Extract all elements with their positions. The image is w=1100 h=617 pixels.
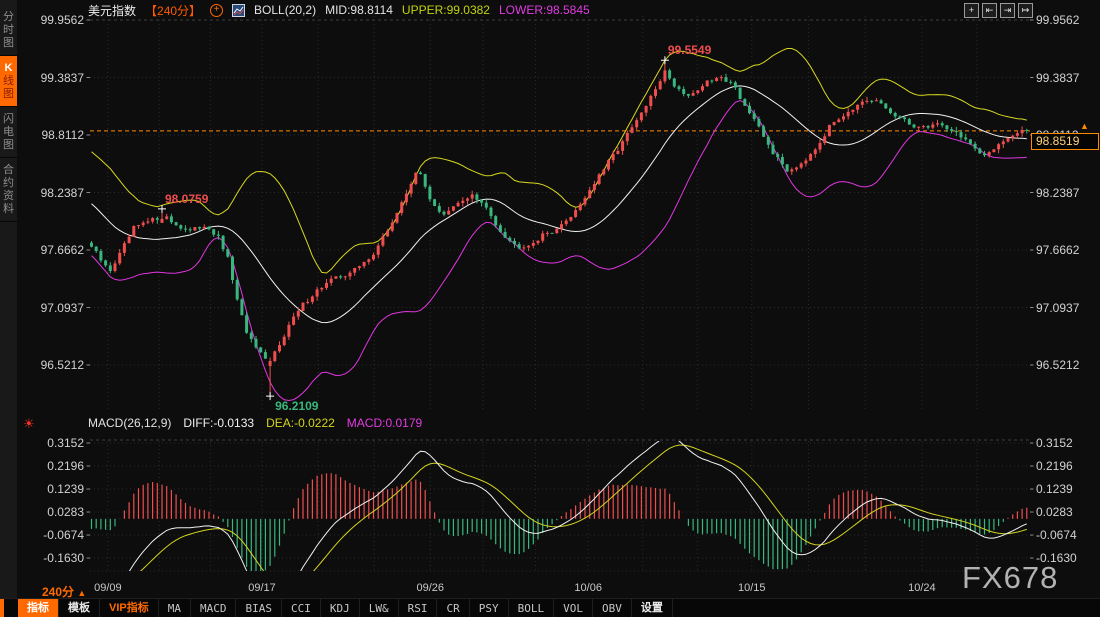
left-price-axis: 99.9562 99.3837 98.8112 98.2387 97.6662 97.09… [18, 0, 86, 598]
y-axis-label: -0.1630 [43, 551, 84, 565]
scroll-left-icon[interactable]: ⇤ [982, 3, 997, 18]
toolbar-items: 指标模板VIP指标MAMACDBIASCCIKDJLW&RSICRPSYBOLL… [18, 599, 673, 617]
y-axis-label: -0.0674 [1036, 528, 1077, 542]
trading-chart-app: 分时图K线图闪电图合约资料 美元指数 【240分】 + BOLL(20,2) M… [0, 0, 1100, 617]
crosshair-pan-icon[interactable]: + [964, 3, 979, 18]
chart-type-sidebar: 分时图K线图闪电图合约资料 [0, 0, 17, 598]
y-axis-label: 0.2196 [47, 459, 84, 473]
expand-circle-icon[interactable]: + [210, 4, 223, 17]
interval-label: 【240分】 [145, 2, 201, 19]
y-axis-label: 97.0937 [41, 301, 84, 315]
sidebar-tab-4[interactable]: 合约资料 [0, 158, 17, 222]
toolbar-item-CCI[interactable]: CCI [282, 599, 321, 617]
toolbar-item-MA[interactable]: MA [159, 599, 191, 617]
y-axis-label: 97.0937 [1036, 301, 1079, 315]
y-axis-label: 98.2387 [41, 186, 84, 200]
scroll-right-icon[interactable]: ⇥ [1000, 3, 1015, 18]
boll-lower-value: LOWER:98.5845 [499, 3, 590, 17]
x-axis-date: 10/06 [574, 582, 602, 594]
y-axis-label: 0.3152 [47, 436, 84, 450]
jump-latest-icon[interactable]: ↦ [1018, 3, 1033, 18]
current-price-tag: 98.8519 [1031, 133, 1099, 150]
toolbar-accent-strip [0, 599, 4, 617]
chart-window-controls: +⇤⇥↦ [964, 3, 1033, 18]
macd-dea-value: DEA:-0.0222 [266, 416, 335, 430]
y-axis-label: 99.9562 [1036, 13, 1079, 27]
y-axis-label: 97.6662 [1036, 243, 1079, 257]
chart-header: 美元指数 【240分】 + BOLL(20,2) MID:98.8114 UPP… [88, 2, 590, 18]
y-axis-label: 99.3837 [41, 71, 84, 85]
toolbar-item-BOLL[interactable]: BOLL [509, 599, 555, 617]
y-axis-label: 98.8112 [42, 128, 85, 142]
x-axis-date: 10/15 [738, 582, 766, 594]
sidebar-tab-1[interactable]: 分时图 [0, 5, 17, 56]
toolbar-item-指标[interactable]: 指标 [18, 599, 59, 617]
toolbar-item-KDJ[interactable]: KDJ [321, 599, 360, 617]
y-axis-label: 96.5212 [1036, 358, 1079, 372]
x-axis-date: 10/24 [908, 582, 936, 594]
extreme-cross-marker [266, 392, 274, 400]
y-axis-label: 96.5212 [41, 358, 84, 372]
y-axis-label: 0.3152 [1036, 436, 1073, 450]
price-extreme-label-96.2109: 96.2109 [275, 399, 318, 413]
toolbar-item-VIP指标[interactable]: VIP指标 [100, 599, 159, 617]
macd-pane-layer [92, 436, 1027, 603]
toolbar-item-PSY[interactable]: PSY [470, 599, 509, 617]
y-axis-label: 97.6662 [41, 243, 84, 257]
fx678-watermark: FX678 [962, 560, 1058, 596]
boll-mid-value: MID:98.8114 [325, 3, 393, 17]
y-axis-label: 0.2196 [1036, 459, 1073, 473]
macd-macd-value: MACD:0.0179 [347, 416, 422, 430]
y-axis-label: 0.0283 [47, 505, 84, 519]
toolbar-item-设置[interactable]: 设置 [632, 599, 673, 617]
toolbar-item-CR[interactable]: CR [437, 599, 469, 617]
x-axis-date: 09/26 [417, 582, 445, 594]
grid-layer [87, 16, 1034, 571]
interval-arrow-icon: ▲ [77, 588, 86, 598]
toolbar-item-VOL[interactable]: VOL [554, 599, 593, 617]
toolbar-item-RSI[interactable]: RSI [399, 599, 438, 617]
sidebar-tab-3[interactable]: 闪电图 [0, 107, 17, 158]
y-axis-label: 0.0283 [1036, 505, 1073, 519]
y-axis-label: 0.1239 [47, 482, 84, 496]
symbol-title: 美元指数 [88, 2, 136, 19]
x-axis-date: 09/09 [94, 582, 122, 594]
indicator-chart-icon [232, 4, 245, 17]
boll-indicator-label: BOLL(20,2) [254, 3, 316, 17]
price-up-arrow-icon: ▲ [1080, 121, 1089, 131]
toolbar-item-MACD[interactable]: MACD [191, 599, 237, 617]
x-axis-dates: 09/09 09/17 09/26 10/06 10/15 10/24 [0, 582, 1100, 596]
y-axis-label: 0.1239 [1036, 482, 1073, 496]
macd-header: MACD(26,12,9) DIFF:-0.0133 DEA:-0.0222 M… [88, 416, 422, 430]
macd-diff-value: DIFF:-0.0133 [183, 416, 254, 430]
boll-upper-value: UPPER:99.0382 [402, 3, 490, 17]
indicator-toolbar: 指标模板VIP指标MAMACDBIASCCIKDJLW&RSICRPSYBOLL… [0, 598, 1100, 617]
price-extreme-label-98.0759: 98.0759 [165, 192, 208, 206]
toolbar-item-模板[interactable]: 模板 [59, 599, 100, 617]
marker-layer [158, 56, 669, 400]
live-indicator-icon: ☀ [23, 416, 35, 432]
right-price-axis: 99.956299.383798.811298.238797.666297.09… [1036, 0, 1100, 598]
toolbar-item-LW&[interactable]: LW& [360, 599, 399, 617]
y-axis-label: 99.9562 [41, 13, 84, 27]
macd-formula-label: MACD(26,12,9) [88, 416, 171, 430]
toolbar-item-OBV[interactable]: OBV [593, 599, 632, 617]
price-chart-canvas[interactable] [0, 0, 1100, 617]
y-axis-label: 99.3837 [1036, 71, 1079, 85]
y-axis-label: 98.2387 [1036, 186, 1079, 200]
toolbar-item-BIAS[interactable]: BIAS [236, 599, 282, 617]
main-pane-layer [90, 49, 1028, 401]
x-axis-date: 09/17 [248, 582, 276, 594]
sidebar-tab-2[interactable]: K线图 [0, 56, 17, 107]
price-extreme-label-99.5549: 99.5549 [668, 43, 711, 57]
y-axis-label: -0.0674 [43, 528, 84, 542]
